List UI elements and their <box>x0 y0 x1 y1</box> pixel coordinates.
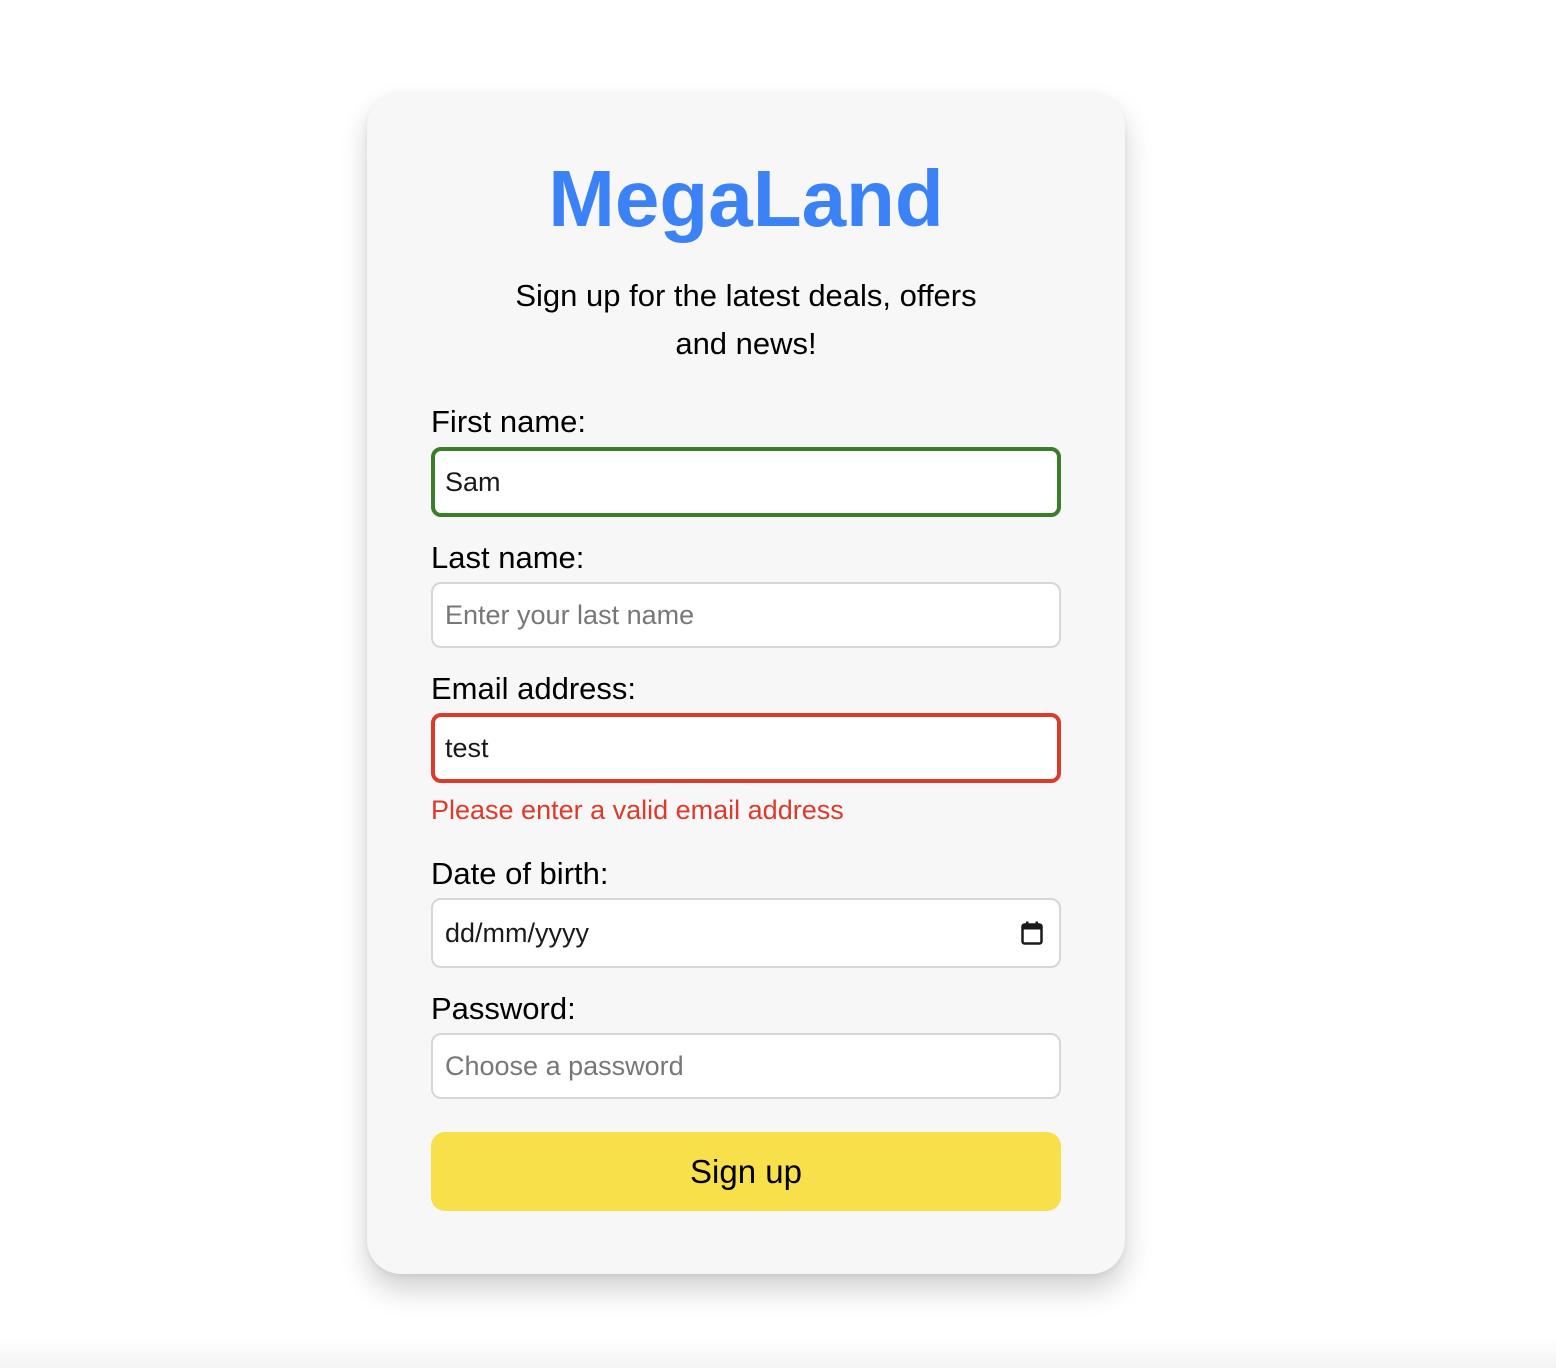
tagline: Sign up for the latest deals, offers and… <box>515 278 977 361</box>
last-name-input[interactable] <box>431 582 1061 648</box>
last-name-label: Last name: <box>431 540 585 575</box>
dob-format-text: dd/mm/yyyy <box>445 917 590 948</box>
brand-title: MegaLand <box>548 154 944 243</box>
bottom-edge <box>0 1338 1556 1368</box>
signup-button[interactable]: Sign up <box>431 1132 1061 1211</box>
password-label: Password: <box>431 991 576 1026</box>
dob-label: Date of birth: <box>431 856 609 891</box>
email-error-message: Please enter a valid email address <box>431 795 844 825</box>
page: MegaLand Sign up for the latest deals, o… <box>0 0 1556 1368</box>
email-input[interactable] <box>431 713 1061 783</box>
first-name-input[interactable] <box>431 447 1061 517</box>
signup-card: MegaLand Sign up for the latest deals, o… <box>367 92 1125 1274</box>
email-label: Email address: <box>431 671 637 706</box>
calendar-icon[interactable] <box>1021 921 1043 945</box>
dob-input[interactable]: dd/mm/yyyy <box>431 898 1061 968</box>
first-name-label: First name: <box>431 404 587 439</box>
password-input[interactable] <box>431 1033 1061 1099</box>
